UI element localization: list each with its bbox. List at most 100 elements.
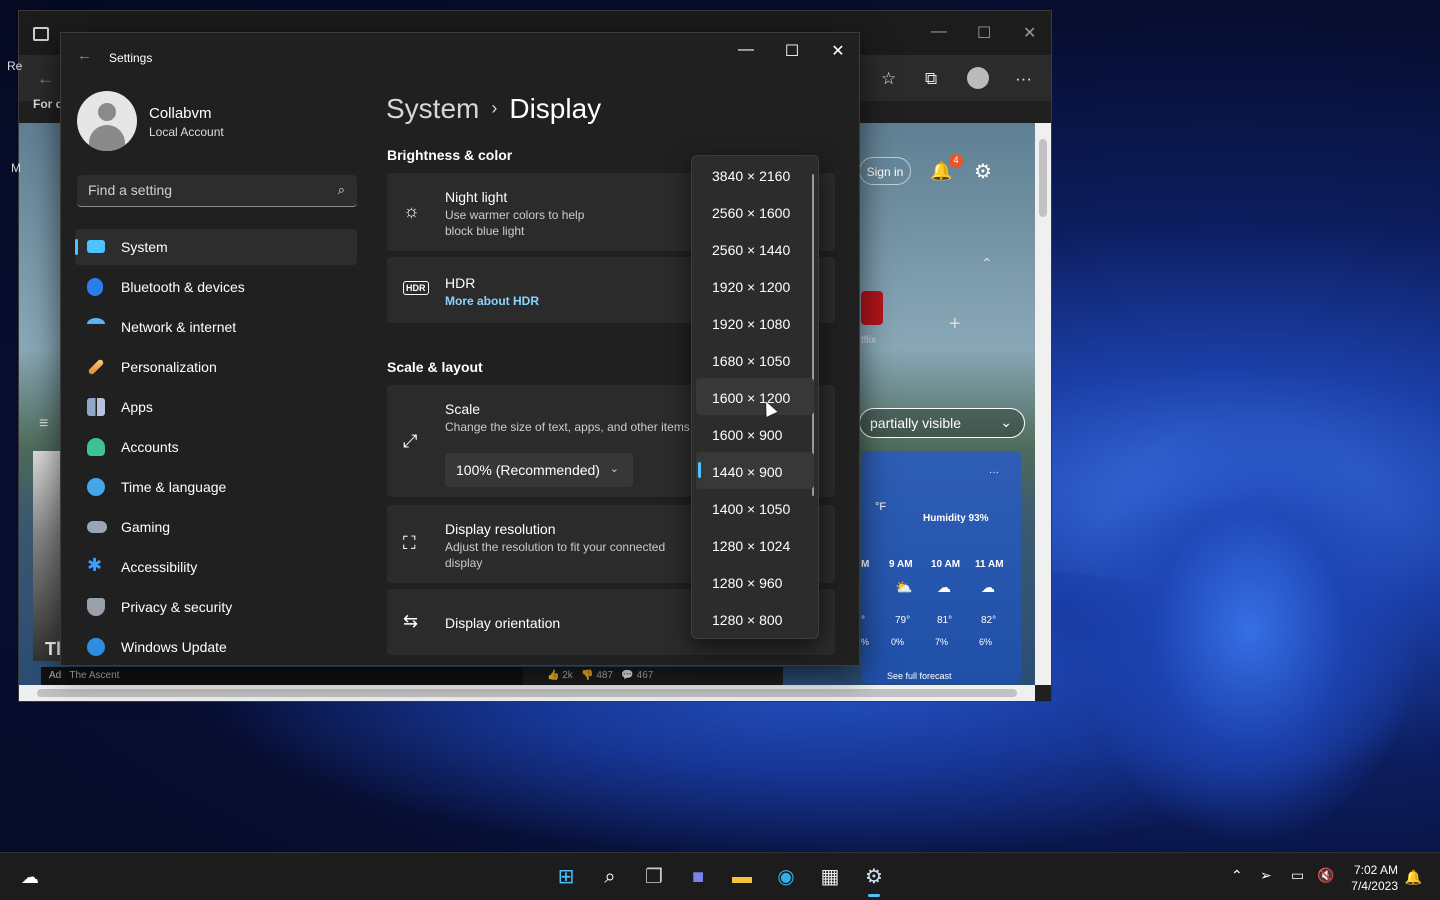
chevron-right-icon: ›	[491, 98, 498, 118]
gear-icon[interactable]: ⚙	[974, 159, 992, 184]
minimize-icon[interactable]: —	[931, 23, 947, 41]
resolution-option-hovered[interactable]: 1600 × 1200	[696, 378, 814, 415]
netflix-tile[interactable]	[861, 291, 883, 325]
favorites-icon[interactable]: ☆	[881, 69, 896, 89]
nav-item-gaming[interactable]: Gaming	[75, 509, 357, 545]
add-tile-icon[interactable]: +	[949, 313, 961, 336]
settings-window[interactable]: ← Settings — ☐ ✕ Collabvm Local Account …	[60, 32, 860, 666]
scale-icon: ⤢	[403, 431, 418, 451]
more-about-hdr-link[interactable]: More about HDR	[445, 294, 539, 308]
feed-visibility-dropdown[interactable]: partially visible ⌄	[859, 408, 1025, 438]
more-icon[interactable]: ···	[989, 467, 999, 478]
nav-item-system[interactable]: System	[75, 229, 357, 265]
weather-widget-icon[interactable]: ☁	[16, 863, 44, 891]
volume-muted-icon[interactable]: 🔇	[1317, 867, 1334, 884]
resolution-option[interactable]: 1680 × 1050	[696, 341, 814, 378]
scale-dropdown[interactable]: 100% (Recommended) ⌄	[445, 453, 633, 487]
profile-icon[interactable]	[967, 67, 989, 89]
nav-item-bluetooth[interactable]: Bluetooth & devices	[75, 269, 357, 305]
resolution-option[interactable]: 1280 × 1024	[696, 526, 814, 563]
card-title: Night light	[445, 189, 508, 205]
nav-item-personalization[interactable]: Personalization	[75, 349, 357, 385]
notification-icon[interactable]: 🔔	[1405, 869, 1422, 886]
article-title-fragment: Tl	[45, 639, 61, 659]
see-full-forecast-link[interactable]: See full forecast	[887, 671, 952, 681]
sign-in-button[interactable]: Sign in	[859, 157, 911, 185]
hamburger-icon[interactable]: ≡	[39, 415, 48, 433]
likes-count: 2k	[562, 670, 573, 681]
search-icon[interactable]: ⌕	[338, 182, 345, 198]
nav-item-apps[interactable]: Apps	[75, 389, 357, 425]
send-icon[interactable]: ➢	[1260, 867, 1272, 884]
notification-badge: 4	[949, 154, 963, 168]
thumbs-up-icon[interactable]: 👍	[547, 670, 559, 681]
resolution-option[interactable]: 2560 × 1600	[696, 193, 814, 230]
settings-icon[interactable]: ⚙	[860, 863, 888, 897]
task-view-icon[interactable]: ❐	[640, 863, 668, 891]
resolution-option[interactable]: 1280 × 800	[696, 600, 814, 637]
user-name: Collabvm	[149, 105, 212, 122]
nav-item-privacy-security[interactable]: Privacy & security	[75, 589, 357, 625]
vertical-scroll-thumb[interactable]	[1039, 139, 1047, 217]
resolution-option[interactable]: 1600 × 900	[696, 415, 814, 452]
file-explorer-icon[interactable]: ▬	[728, 863, 756, 891]
chat-icon[interactable]: ■	[684, 863, 712, 891]
network-icon[interactable]: ▭	[1291, 867, 1304, 884]
resolution-option[interactable]: 1920 × 1080	[696, 304, 814, 341]
left-label: Re	[7, 59, 23, 73]
resolution-dropdown-list[interactable]: 3840 × 2160 2560 × 1600 2560 × 1440 1920…	[691, 155, 819, 639]
humidity[interactable]: Humidity 93%	[923, 513, 989, 524]
chevron-down-icon: ⌄	[1000, 414, 1012, 430]
back-icon[interactable]: ←	[77, 47, 92, 64]
horizontal-scroll-thumb[interactable]	[37, 689, 1017, 697]
update-icon	[87, 638, 105, 656]
resolution-option[interactable]: 1920 × 1200	[696, 267, 814, 304]
hour-label: 9 AM	[889, 559, 913, 570]
close-icon[interactable]: ✕	[815, 41, 861, 61]
close-icon[interactable]: ✕	[1023, 23, 1036, 43]
nav-item-network[interactable]: Network & internet	[75, 309, 357, 345]
start-icon[interactable]: ⊞	[552, 863, 580, 891]
wifi-icon	[87, 318, 105, 330]
card-title: Display orientation	[445, 615, 561, 631]
comment-icon[interactable]: 💬	[621, 670, 633, 681]
weather-card[interactable]: ··· °F Humidity 93% M 9 AM 10 AM 11 AM ⛅…	[861, 451, 1021, 683]
tab-actions-icon[interactable]	[33, 27, 49, 41]
nav-item-time-language[interactable]: Time & language	[75, 469, 357, 505]
store-icon[interactable]: ▦	[816, 863, 844, 891]
search-icon[interactable]: ⌕	[596, 863, 624, 891]
maximize-icon[interactable]: ☐	[977, 23, 991, 43]
edge-icon[interactable]: ◉	[772, 863, 800, 891]
sun-moon-icon: ☼	[403, 201, 420, 221]
breadcrumb-parent[interactable]: System	[386, 93, 479, 124]
clock[interactable]: 7:02 AM 7/4/2023	[1351, 862, 1398, 894]
chevron-down-icon: ⌄	[609, 463, 619, 475]
resolution-option[interactable]: 1400 × 1050	[696, 489, 814, 526]
resolution-option[interactable]: 1280 × 960	[696, 563, 814, 600]
nav-item-accounts[interactable]: Accounts	[75, 429, 357, 465]
globe-clock-icon	[87, 478, 105, 496]
hour-label: 11 AM	[975, 559, 1004, 570]
search-input[interactable]	[77, 175, 317, 205]
maximize-icon[interactable]: ☐	[769, 41, 815, 61]
left-label: For q	[33, 97, 63, 111]
nav-item-accessibility[interactable]: ✱ Accessibility	[75, 549, 357, 585]
minimize-icon[interactable]: —	[723, 41, 769, 59]
shield-icon	[87, 598, 105, 616]
gamepad-icon	[87, 521, 107, 533]
back-icon[interactable]: ←	[37, 69, 54, 89]
chevron-up-icon[interactable]: ⌃	[1231, 867, 1243, 884]
avatar[interactable]	[77, 91, 137, 151]
resolution-option-selected[interactable]: 1440 × 900	[696, 452, 814, 489]
resolution-option[interactable]: 3840 × 2160	[696, 156, 814, 193]
more-icon[interactable]: ···	[1015, 69, 1032, 89]
thumbs-down-icon[interactable]: 👎	[581, 670, 593, 681]
card-title: Scale	[445, 401, 481, 417]
accessibility-icon: ✱	[87, 555, 103, 575]
chevron-up-icon[interactable]: ⌃	[981, 255, 993, 272]
collections-icon[interactable]: ⧉	[925, 69, 937, 89]
resolution-option[interactable]: 2560 × 1440	[696, 230, 814, 267]
ad-bar[interactable]: Ad The Ascent	[41, 667, 527, 685]
nav-item-windows-update[interactable]: Windows Update	[75, 629, 357, 665]
settings-search[interactable]: ⌕	[77, 175, 357, 207]
